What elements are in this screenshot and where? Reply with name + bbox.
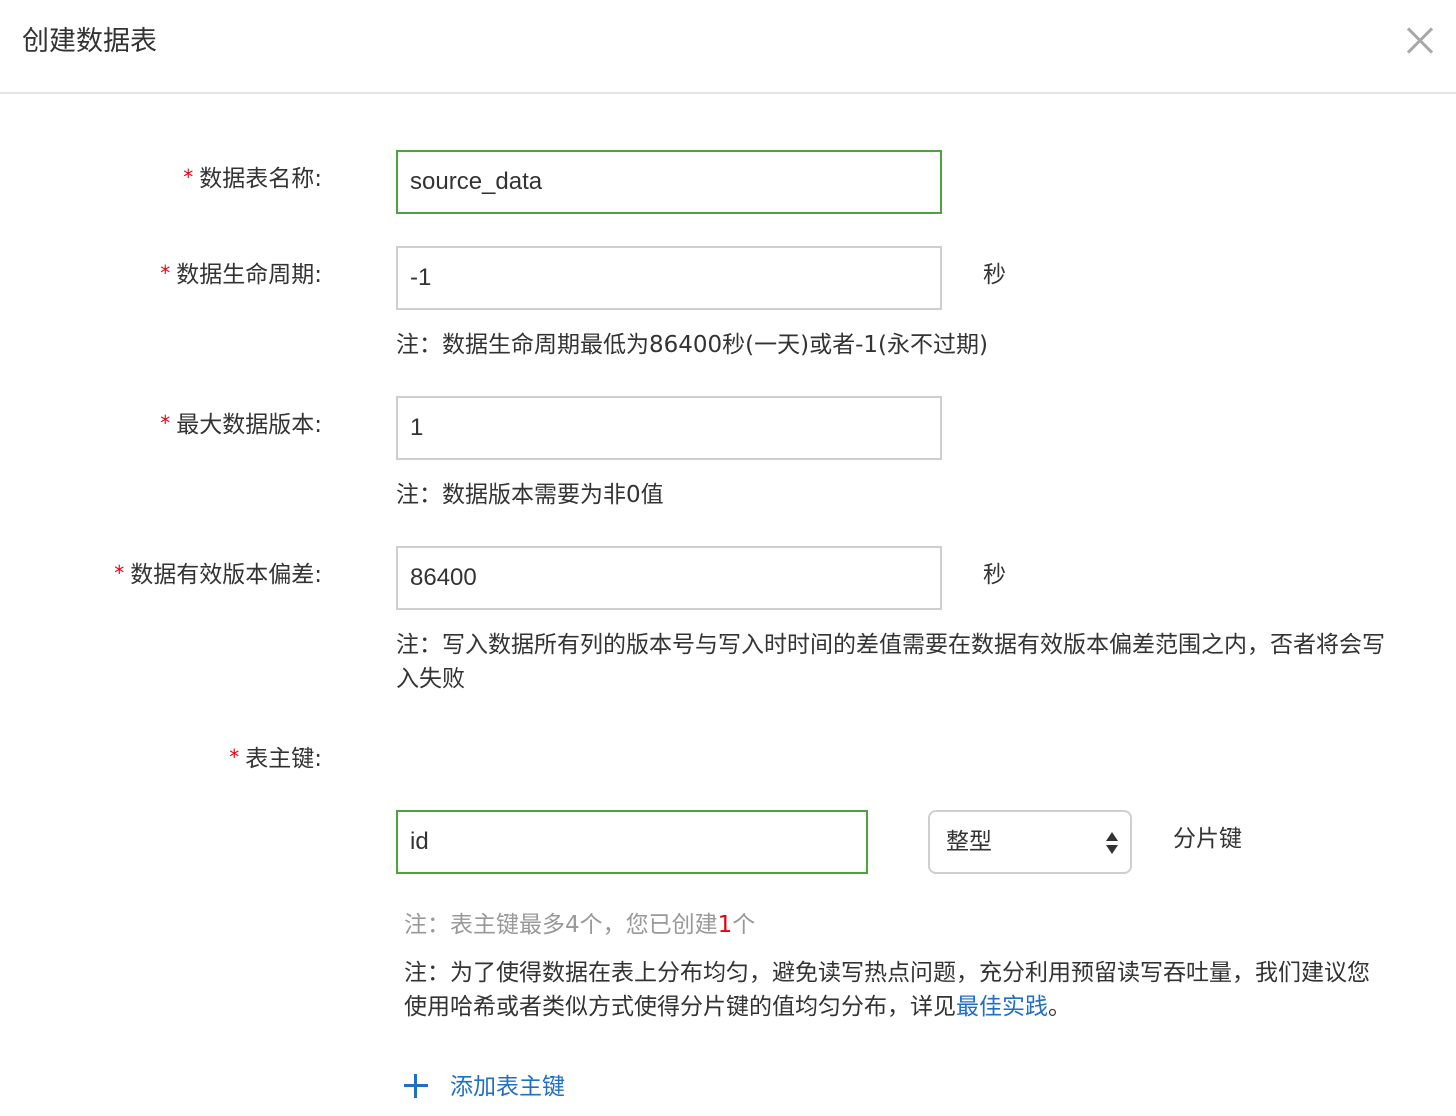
time-deviation-input[interactable]: [396, 546, 942, 610]
time-deviation-label: * 数据有效版本偏差:: [114, 561, 322, 588]
required-mark: *: [114, 561, 125, 585]
time-deviation-note-line1: 注：写入数据所有列的版本号与写入时时间的差值需要在数据有效版本偏差范围之内，否者…: [396, 632, 1385, 658]
primary-key-type-value: 整型: [946, 829, 992, 855]
ttl-input[interactable]: [396, 246, 942, 310]
required-mark: *: [183, 165, 194, 189]
close-icon[interactable]: [1400, 22, 1442, 58]
primary-key-type-select[interactable]: 整型: [928, 810, 1132, 874]
primary-key-count: 1: [717, 912, 733, 938]
best-practice-link[interactable]: 最佳实践: [956, 994, 1048, 1020]
max-versions-label: * 最大数据版本:: [160, 411, 322, 438]
required-mark: *: [160, 411, 171, 435]
time-deviation-note-line2: 入失败: [396, 666, 465, 692]
add-primary-key-label: 添加表主键: [450, 1074, 565, 1100]
ttl-unit: 秒: [983, 262, 1006, 288]
max-versions-input[interactable]: [396, 396, 942, 460]
table-name-label: * 数据表名称:: [183, 165, 322, 192]
plus-icon: [404, 1074, 428, 1098]
partition-key-label: 分片键: [1173, 826, 1242, 852]
primary-key-label: * 表主键:: [229, 745, 322, 772]
ttl-note: 注：数据生命周期最低为86400秒(一天)或者-1(永不过期): [396, 332, 988, 358]
time-deviation-unit: 秒: [983, 562, 1006, 588]
table-name-input[interactable]: [396, 150, 942, 214]
primary-key-limit-note: 注：表主键最多4个，您已创建1个: [404, 912, 756, 938]
required-mark: *: [160, 261, 171, 285]
dialog-title: 创建数据表: [22, 26, 157, 57]
dialog-header: 创建数据表: [0, 0, 1456, 94]
partition-note-line2: 使用哈希或者类似方式使得分片键的值均匀分布，详见最佳实践。: [404, 994, 1071, 1020]
primary-key-name-input[interactable]: [396, 810, 868, 874]
ttl-label: * 数据生命周期:: [160, 261, 322, 288]
max-versions-note: 注：数据版本需要为非0值: [396, 482, 664, 508]
partition-note-line1: 注：为了使得数据在表上分布均匀，避免读写热点问题，充分利用预留读写吞吐量，我们建…: [404, 960, 1370, 986]
required-mark: *: [229, 745, 240, 769]
select-arrows-icon: [1106, 830, 1120, 856]
